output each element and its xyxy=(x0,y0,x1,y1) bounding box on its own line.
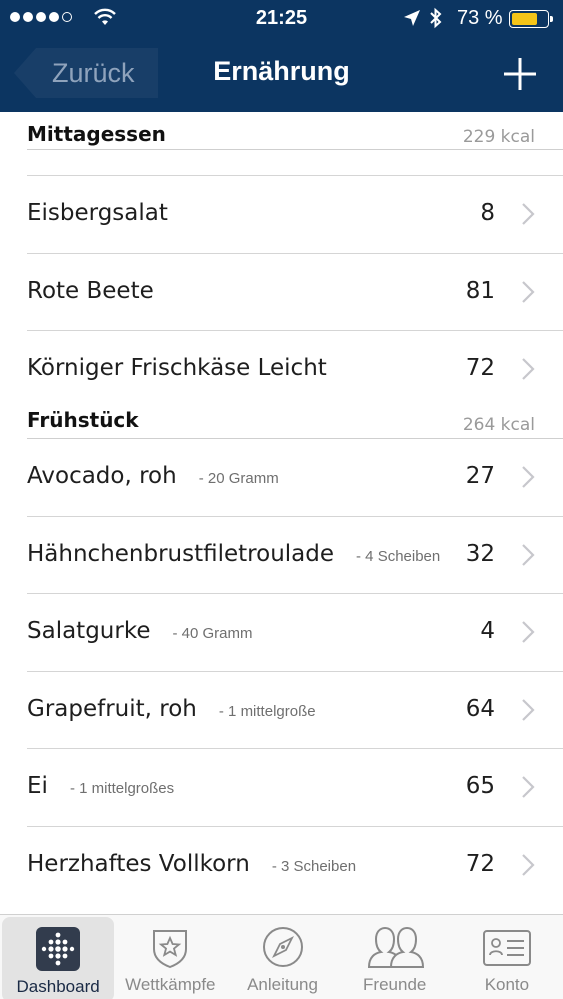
item-calories: 64 xyxy=(465,695,495,722)
location-arrow-icon xyxy=(404,10,420,26)
item-calories: 8 xyxy=(480,200,495,226)
item-calories: 72 xyxy=(465,850,495,877)
item-calories: 65 xyxy=(465,773,495,799)
section-kcal: 264 kcal xyxy=(462,415,535,435)
section-header-breakfast: Frühstück 264 kcal xyxy=(27,403,563,439)
list-item[interactable]: Ei - 1 mittelgroßes 65 xyxy=(27,749,563,827)
item-name: Grapefruit, roh xyxy=(27,695,197,722)
tab-label: Freunde xyxy=(363,975,427,994)
list-item[interactable]: Eisbergsalat 8 xyxy=(27,176,563,254)
tab-label: Konto xyxy=(484,975,530,994)
nav-header: 21:25 73 % Zurück Ernährung xyxy=(0,0,563,112)
chevron-right-icon xyxy=(522,698,535,721)
item-name: Ei xyxy=(27,773,48,799)
compass-icon xyxy=(262,927,303,967)
chevron-right-icon xyxy=(522,280,535,303)
item-portion: - 1 mittelgroße xyxy=(218,702,316,720)
section-kcal: 229 kcal xyxy=(462,127,535,147)
tab-label: Anleitung xyxy=(247,975,318,994)
list-item[interactable]: Rote Beete 81 xyxy=(27,254,563,331)
item-calories: 32 xyxy=(465,540,495,567)
list-item[interactable]: Körniger Frischkäse Leicht 72 xyxy=(27,331,563,403)
tab-label: Dashboard xyxy=(16,977,100,996)
item-name: Herzhaftes Vollkorn xyxy=(27,850,250,877)
item-name: Körniger Frischkäse Leicht xyxy=(27,355,327,381)
chevron-right-icon xyxy=(522,853,535,876)
bluetooth-icon xyxy=(430,7,442,29)
star-shield-icon xyxy=(153,930,188,969)
item-calories: 72 xyxy=(465,355,495,381)
item-portion: - 40 Gramm xyxy=(172,625,253,642)
item-portion: - 1 mittelgroßes xyxy=(69,780,175,797)
chevron-right-icon xyxy=(522,621,535,643)
section-header-lunch: Mittagessen 229 kcal xyxy=(27,112,563,150)
item-name: Avocado, roh xyxy=(27,463,177,489)
chevron-right-icon xyxy=(522,776,535,798)
tab-dashboard[interactable]: Dashboard xyxy=(2,917,115,999)
tab-guidance[interactable]: Anleitung xyxy=(226,915,338,999)
battery-icon xyxy=(509,10,553,28)
item-name: Hähnchenbrustfiletroulade xyxy=(27,540,335,567)
tab-challenges[interactable]: Wettkämpfe xyxy=(114,915,226,999)
section-title: Mittagessen xyxy=(27,122,166,146)
item-calories: 81 xyxy=(465,277,495,304)
list-item[interactable]: Grapefruit, roh - 1 mittelgroße 64 xyxy=(27,672,563,749)
battery-percent: 73 % xyxy=(457,7,503,29)
status-bar: 21:25 73 % xyxy=(0,0,563,38)
tab-account[interactable]: Konto xyxy=(451,915,563,999)
chevron-right-icon xyxy=(522,543,535,566)
tab-friends[interactable]: Freunde xyxy=(339,915,451,999)
tab-label: Wettkämpfe xyxy=(125,975,216,994)
list-item[interactable]: Hähnchenbrustfiletroulade - 4 Scheiben 32 xyxy=(27,517,563,594)
item-calories: 4 xyxy=(480,618,495,644)
friends-icon xyxy=(367,926,424,968)
food-log-list: Mittagessen 229 kcal Eisbergsalat 8 Rote… xyxy=(0,112,563,914)
breakfast-items: Avocado, roh - 20 Gramm 27 Hähnchenbrustf… xyxy=(0,439,563,904)
page-title: Ernährung xyxy=(213,56,350,86)
item-name: Eisbergsalat xyxy=(27,200,168,226)
list-item[interactable]: Avocado, roh - 20 Gramm 27 xyxy=(27,439,563,517)
item-calories: 27 xyxy=(465,463,495,489)
lunch-items: Eisbergsalat 8 Rote Beete 81 Körniger Fr… xyxy=(0,176,563,403)
item-name: Salatgurke xyxy=(27,618,151,644)
chevron-right-icon xyxy=(522,358,535,380)
dashboard-dots-icon xyxy=(36,927,81,971)
item-portion: - 3 Scheiben xyxy=(271,857,357,875)
plus-icon[interactable] xyxy=(500,54,540,94)
chevron-right-icon xyxy=(522,466,535,488)
item-portion: - 4 Scheiben xyxy=(356,547,441,565)
section-title: Frühstück xyxy=(27,408,139,432)
section-spacer xyxy=(27,150,563,176)
chevron-right-icon xyxy=(522,203,535,225)
tab-bar: Dashboard Wettkämpfe Anleitung Freunde K… xyxy=(0,914,563,999)
list-item[interactable]: Salatgurke - 40 Gramm 4 xyxy=(27,594,563,672)
item-portion: - 20 Gramm xyxy=(198,470,279,487)
item-name: Rote Beete xyxy=(27,277,154,304)
id-card-icon xyxy=(482,930,531,966)
list-item[interactable]: Herzhaftes Vollkorn - 3 Scheiben 72 xyxy=(27,827,563,905)
